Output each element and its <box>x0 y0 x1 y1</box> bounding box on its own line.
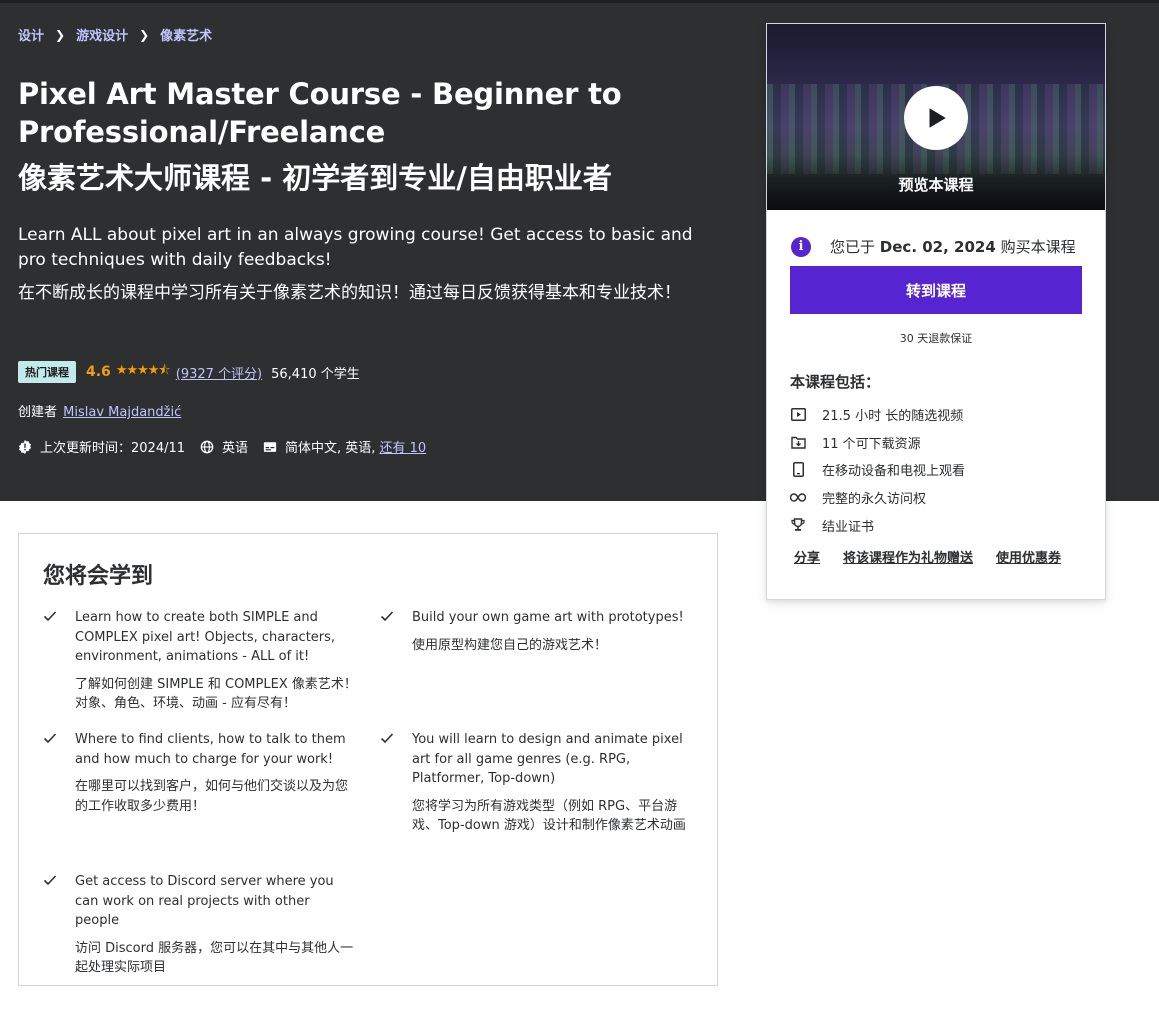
go-to-course-button[interactable]: 转到课程 <box>790 266 1082 314</box>
mobile-icon <box>790 462 806 478</box>
trophy-icon <box>790 517 806 533</box>
course-title-en: Pixel Art Master Course - Beginner to Pr… <box>18 77 622 149</box>
breadcrumb: 设计 ❯ 游戏设计 ❯ 像素艺术 <box>18 25 212 45</box>
course-language: 英语 <box>222 441 249 456</box>
includes-title: 本课程包括： <box>790 373 881 391</box>
includes-list: 21.5 小时 长的随选视频 11 个可下载资源 在移动设备和电视上观看 完整的… <box>790 401 965 539</box>
learn-title: 您将会学到 <box>43 564 154 589</box>
check-icon <box>380 611 394 622</box>
purchase-date: Dec. 02, 2024 <box>879 237 996 256</box>
video-icon <box>790 407 806 423</box>
alert-badge-icon <box>18 439 32 454</box>
gift-course-link[interactable]: 将该课程作为礼物赠送 <box>843 547 973 566</box>
course-title-zh: 像素艺术大师课程 - 初学者到专业/自由职业者 <box>18 161 612 195</box>
list-item: 在移动设备和电视上观看 <box>790 456 965 484</box>
check-icon <box>380 733 394 744</box>
learn-item-zh: 了解如何创建 SIMPLE 和 COMPLEX 像素艺术！对象、角色、环境、动画… <box>75 676 357 712</box>
card-actions: 分享 将该课程作为礼物赠送 使用优惠券 <box>794 547 1084 566</box>
learn-item-en: You will learn to design and animate pix… <box>412 732 683 786</box>
course-subtitle-zh: 在不断成长的课程中学习所有关于像素艺术的知识！通过每日反馈获得基本和专业技术！ <box>18 283 681 303</box>
purchased-suffix: 购买本课程 <box>1000 238 1076 256</box>
include-label: 在移动设备和电视上观看 <box>822 464 966 480</box>
list-item: You will learn to design and animate pix… <box>380 730 702 836</box>
star-rating-icon: ★★★★⯪ <box>115 363 171 378</box>
purchased-prefix: 您已于 <box>830 238 876 256</box>
chevron-right-icon: ❯ <box>139 27 150 42</box>
apply-coupon-link[interactable]: 使用优惠券 <box>996 547 1061 566</box>
course-subtitle-en: Learn ALL about pixel art in an always g… <box>18 225 693 270</box>
meta-row: 上次更新时间：2024/11 英语 简体中文, 英语, 还有 10 <box>18 437 441 456</box>
learn-item-zh: 在哪里可以找到客户，如何与他们交谈以及为您的工作收取多少费用！ <box>75 779 349 814</box>
captions-icon <box>263 441 277 452</box>
breadcrumb-game-design[interactable]: 游戏设计 <box>76 25 128 44</box>
learn-item-en: Get access to Discord server where you c… <box>75 874 334 928</box>
list-item: Build your own game art with prototypes!… <box>380 608 694 655</box>
ratings-count-link[interactable]: (9327 个评分) <box>176 363 262 382</box>
download-icon <box>790 434 806 450</box>
infinity-icon <box>790 490 806 506</box>
students-count: 56,410 个学生 <box>271 366 360 382</box>
list-item: Learn how to create both SIMPLE and COMP… <box>43 608 357 714</box>
breadcrumb-design[interactable]: 设计 <box>18 25 44 44</box>
include-label: 21.5 小时 长的随选视频 <box>822 409 964 425</box>
course-preview[interactable]: 预览本课程 <box>767 24 1105 210</box>
list-item: 21.5 小时 长的随选视频 <box>790 401 965 429</box>
bestseller-badge: 热门课程 <box>18 361 76 383</box>
check-icon <box>43 875 57 886</box>
share-link[interactable]: 分享 <box>794 547 820 566</box>
learn-item-en: Where to find clients, how to talk to th… <box>75 732 346 767</box>
learn-item-en: Learn how to create both SIMPLE and COMP… <box>75 610 336 664</box>
include-label: 结业证书 <box>822 519 875 535</box>
creator-label: 创建者 <box>18 405 58 420</box>
learn-item-en: Build your own game art with prototypes! <box>412 610 684 625</box>
breadcrumb-pixel-art[interactable]: 像素艺术 <box>160 25 212 44</box>
play-icon[interactable] <box>904 86 968 150</box>
list-item: 11 个可下载资源 <box>790 429 965 457</box>
what-you-will-learn: 您将会学到 Learn how to create both SIMPLE an… <box>18 533 718 986</box>
check-icon <box>43 611 57 622</box>
check-icon <box>43 733 57 744</box>
include-label: 完整的永久访问权 <box>822 492 927 508</box>
learn-item-zh: 访问 Discord 服务器，您可以在其中与其他人一起处理实际项目 <box>75 940 354 976</box>
learn-item-zh: 使用原型构建您自己的游戏艺术！ <box>412 637 608 653</box>
globe-icon <box>200 440 214 453</box>
chevron-right-icon: ❯ <box>55 27 66 42</box>
info-icon: i <box>791 236 811 257</box>
include-label: 11 个可下载资源 <box>822 436 921 452</box>
more-captions-link[interactable]: 还有 10 <box>379 437 426 456</box>
creator-link[interactable]: Mislav Majdandžić <box>63 405 181 420</box>
purchased-notice: i 您已于 Dec. 02, 2024 购买本课程 <box>791 236 1076 257</box>
learn-item-zh: 您将学习为所有游戏类型（例如 RPG、平台游戏、Top-down 游戏）设计和制… <box>412 798 686 834</box>
preview-label: 预览本课程 <box>898 176 974 194</box>
list-item: 完整的永久访问权 <box>790 484 965 512</box>
list-item: Where to find clients, how to talk to th… <box>43 730 357 816</box>
rating-row: 热门课程 4.6 ★★★★⯪ (9327 个评分) 56,410 个学生 <box>18 361 360 383</box>
purchase-sidebar: 预览本课程 i 您已于 Dec. 02, 2024 购买本课程 转到课程 30 … <box>766 23 1106 600</box>
money-back-guarantee: 30 天退款保证 <box>899 332 973 345</box>
list-item: 结业证书 <box>790 511 965 539</box>
creator-row: 创建者 Mislav Majdandžić <box>18 401 181 420</box>
last-updated: 上次更新时间：2024/11 <box>40 441 186 456</box>
rating-value: 4.6 <box>86 364 111 380</box>
list-item: Get access to Discord server where you c… <box>43 872 357 978</box>
captions-languages: 简体中文, 英语, <box>285 441 376 456</box>
